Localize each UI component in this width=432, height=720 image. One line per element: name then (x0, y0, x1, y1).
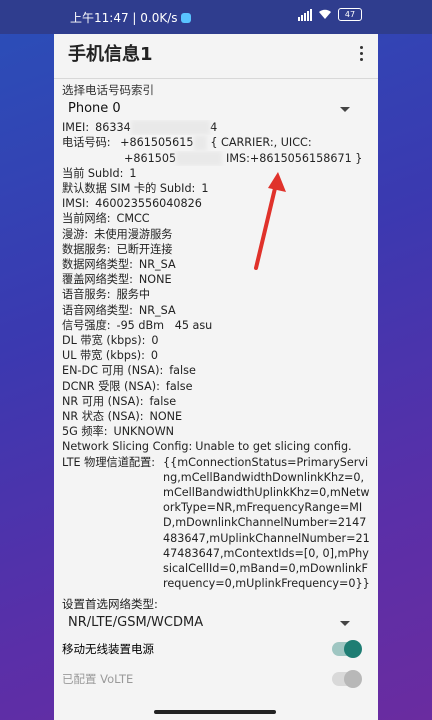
redacted-block: xxxxxxxxxxxx (130, 120, 211, 136)
status-icons: 47 (298, 8, 362, 21)
data-service-row: 数据服务: 已断开连接 (62, 242, 173, 256)
mobile-radio-power-toggle[interactable] (332, 639, 362, 658)
voice-service-row: 语音服务: 服务中 (62, 288, 151, 302)
phone-number-block: 电话号码: +861505615xx { CARRIER:, UICC: +86… (62, 135, 363, 166)
app-bar: 手机信息1 (54, 34, 378, 78)
annotation-arrow-icon (254, 172, 286, 270)
gesture-bar[interactable] (154, 710, 276, 714)
phone-index-select[interactable]: Phone 0 (62, 98, 370, 120)
phone-index-value: Phone 0 (68, 101, 121, 117)
battery-icon: 47 (338, 8, 362, 21)
dropdown-caret-icon (340, 107, 350, 113)
nr-state-row: NR 状态 (NSA): NONE (62, 410, 183, 424)
signal-strength-row: 信号强度: -95 dBm 45 asu (62, 318, 213, 332)
lte-physical-channel-row: LTE 物理信道配置: {{mConnectionStatus=PrimarySe… (62, 455, 370, 591)
default-data-sim-row: 默认数据 SIM 卡的 SubId: 1 (62, 182, 209, 196)
volte-toggle (332, 669, 362, 688)
voice-network-type-row: 语音网络类型: NR_SA (62, 303, 176, 317)
data-network-type-row: 数据网络类型: NR_SA (62, 258, 176, 272)
phone-index-label: 选择电话号码索引 (62, 83, 154, 97)
volte-row: 已配置 VoLTE (62, 664, 370, 694)
ul-bandwidth-row: UL 带宽 (kbps): 0 (62, 349, 159, 363)
toggle-label: 已配置 VoLTE (62, 671, 134, 686)
app-screen: 手机信息1 选择电话号码索引 Phone 0 IMEI:86334xxxxxxx… (54, 34, 378, 720)
toggle-label: 移动无线装置电源 (62, 641, 154, 656)
imei-row: IMEI:86334xxxxxxxxxxxx4 (62, 120, 218, 136)
preferred-network-select[interactable]: NR/LTE/GSM/WCDMA (62, 612, 370, 634)
nr-available-row: NR 可用 (NSA): false (62, 394, 177, 408)
network-slicing-row: Network Slicing Config: Unable to get sli… (62, 440, 352, 454)
status-time: 上午11:47 | 0.0K/s (70, 9, 191, 26)
overlay-network-type-row: 覆盖网络类型: NONE (62, 273, 172, 287)
dcnr-row: DCNR 受限 (NSA): false (62, 379, 193, 393)
app-notification-icon (180, 13, 191, 23)
preferred-network-label: 设置首选网络类型: (62, 596, 158, 611)
mobile-radio-power-row[interactable]: 移动无线装置电源 (62, 634, 370, 664)
roaming-row: 漫游: 未使用漫游服务 (62, 227, 173, 241)
endc-row: EN-DC 可用 (NSA): false (62, 364, 196, 378)
info-content: 选择电话号码索引 Phone 0 IMEI:86334xxxxxxxxxxxx4… (54, 79, 378, 634)
imsi-row: IMSI: 460023556040826 (62, 197, 202, 211)
subid-row: 当前 SubId: 1 (62, 166, 137, 180)
preferred-network-value: NR/LTE/GSM/WCDMA (68, 614, 204, 630)
5g-frequency-row: 5G 频率: UNKNOWN (62, 425, 174, 439)
dropdown-caret-icon (340, 620, 350, 626)
wifi-icon (319, 9, 331, 19)
more-menu-icon[interactable] (360, 46, 364, 64)
status-bar: 上午11:47 | 0.0K/s 47 (0, 0, 432, 34)
dl-bandwidth-row: DL 带宽 (kbps): 0 (62, 334, 159, 348)
signal-icon (298, 8, 312, 21)
page-title: 手机信息1 (68, 44, 153, 65)
current-network-row: 当前网络: CMCC (62, 212, 150, 226)
